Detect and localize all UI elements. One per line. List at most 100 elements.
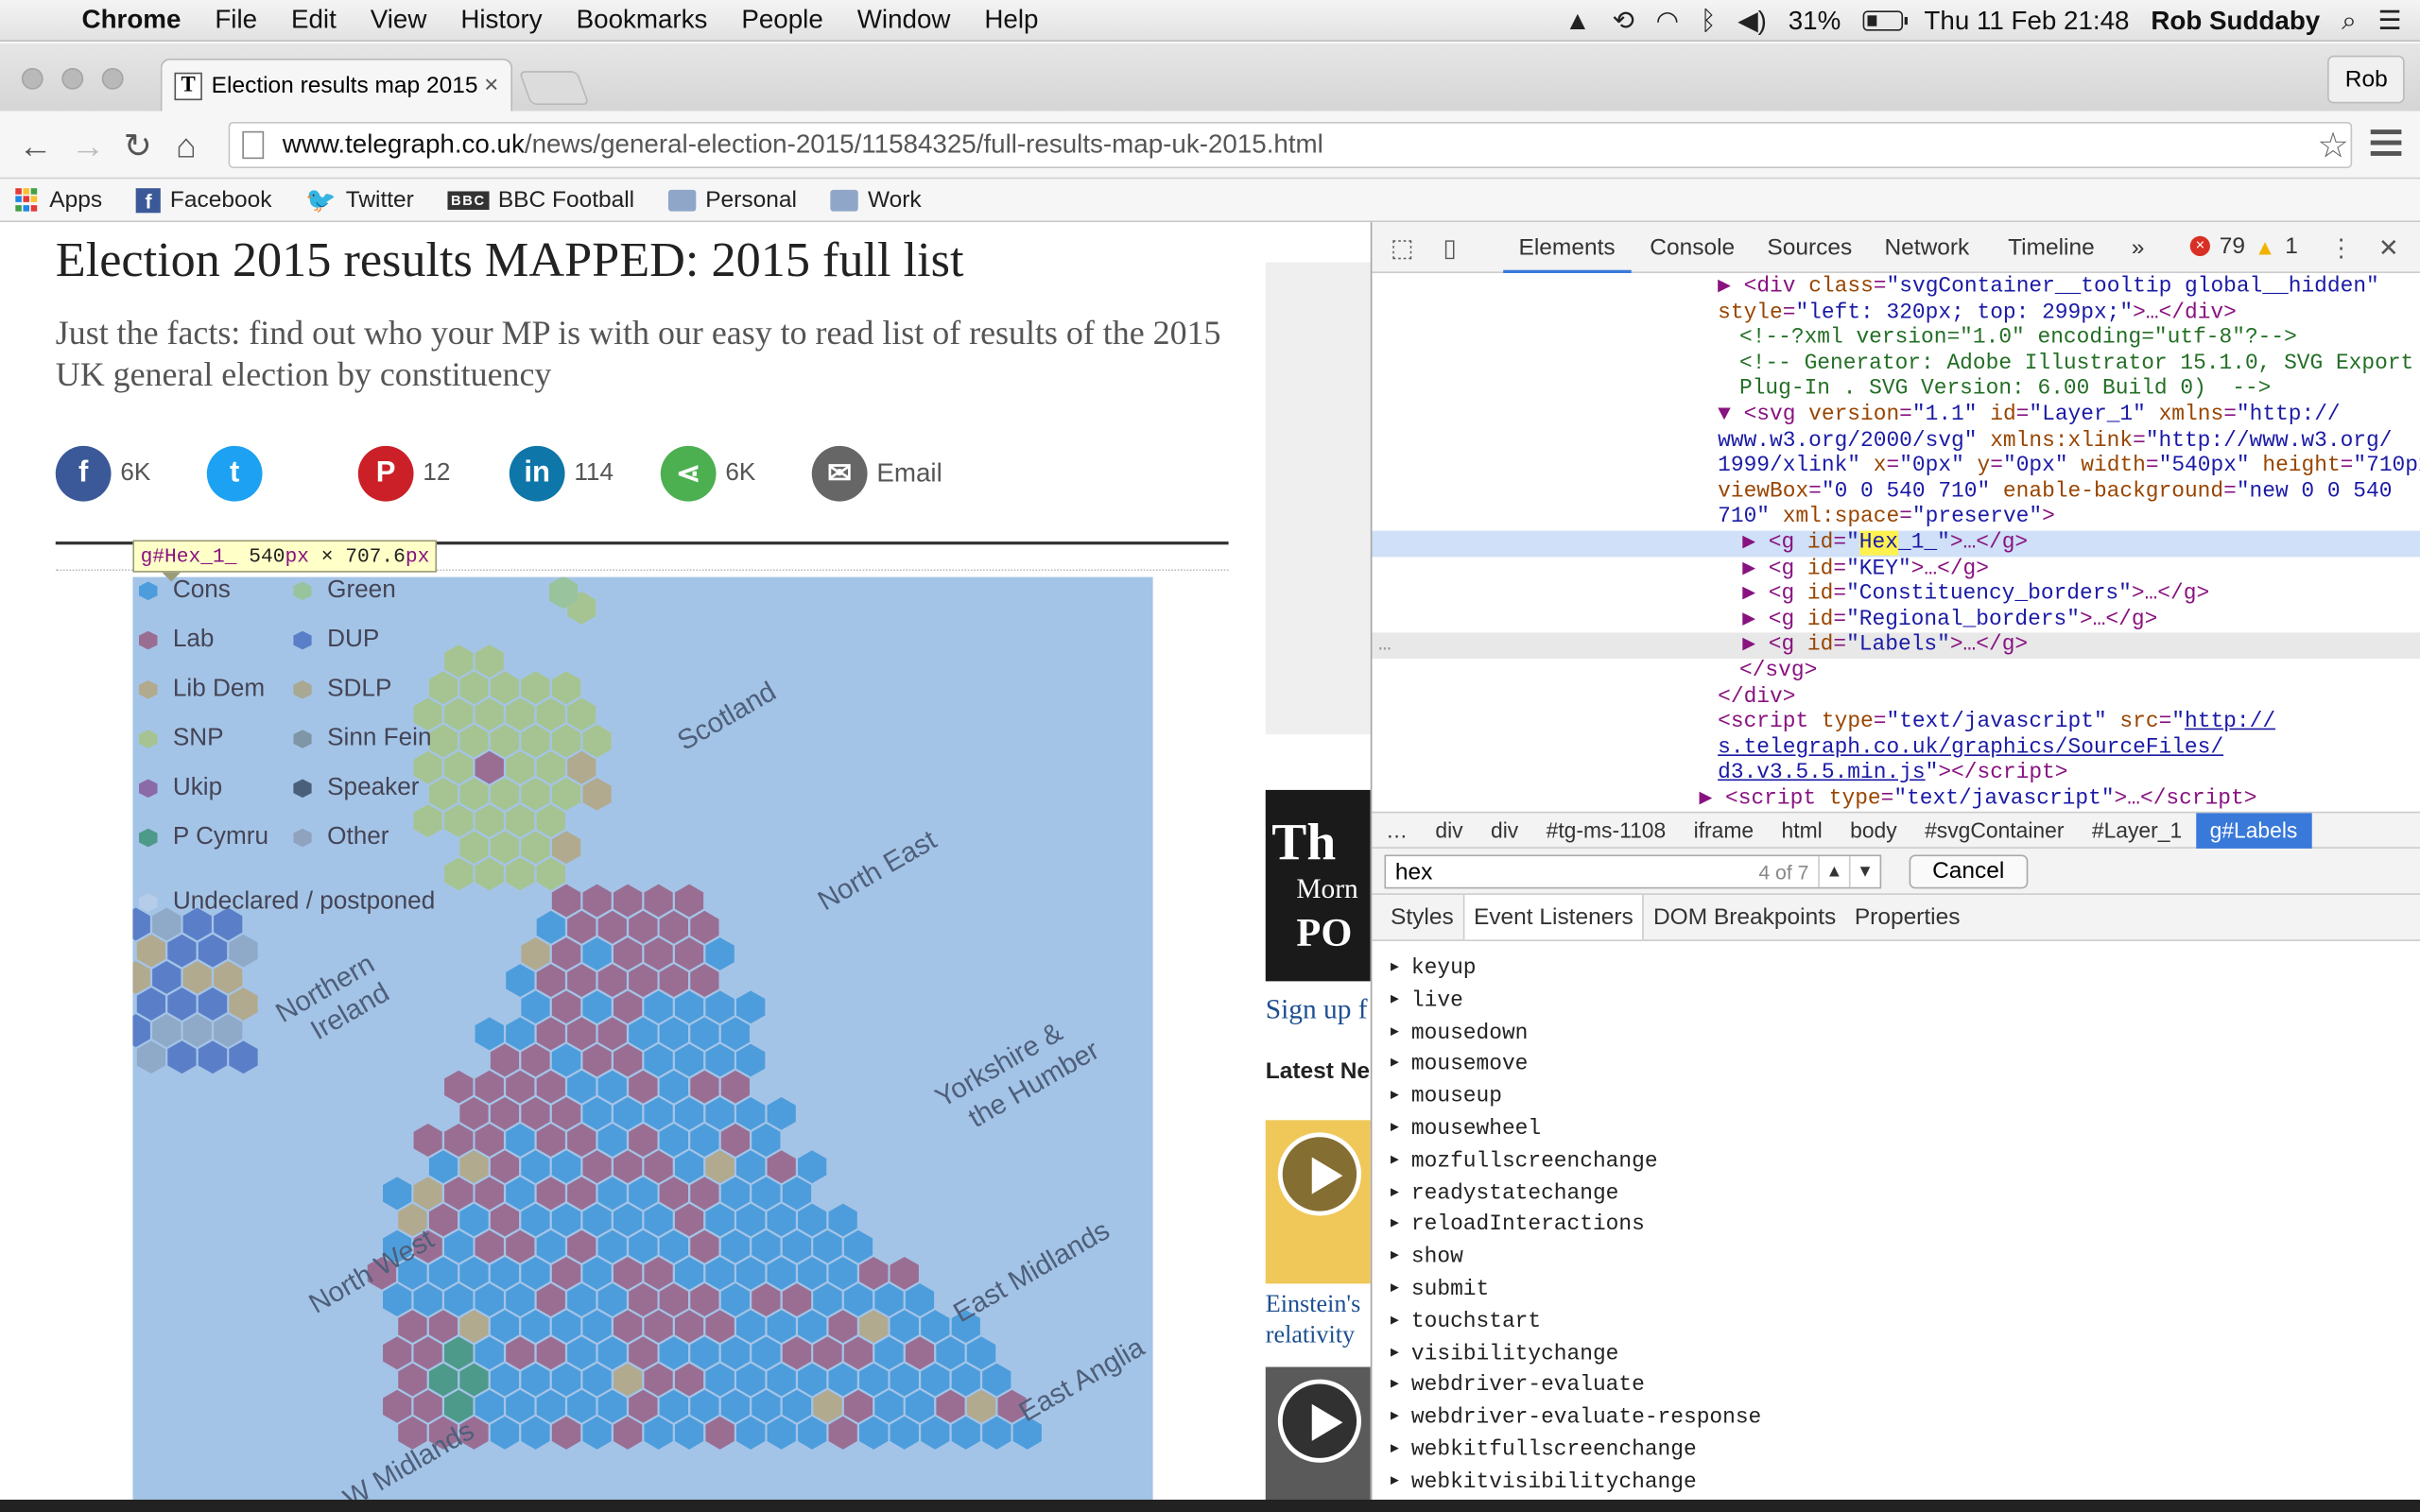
newsletter-thumbnail[interactable]: Th Morn PO (1265, 789, 1371, 982)
constituency-hex[interactable] (629, 964, 658, 998)
constituency-hex[interactable] (874, 1389, 904, 1423)
address-bar[interactable]: www.telegraph.co.uk /news/general-electi… (228, 121, 2353, 168)
constituency-hex[interactable] (690, 1124, 719, 1157)
constituency-hex[interactable] (152, 960, 182, 994)
constituency-hex[interactable] (674, 1043, 704, 1077)
constituency-hex[interactable] (690, 1336, 719, 1370)
event-listener-item[interactable]: live (1391, 988, 1463, 1013)
constituency-hex[interactable] (506, 1389, 535, 1423)
close-devtools-icon[interactable]: ✕ (2378, 233, 2399, 265)
constituency-hex[interactable] (506, 1283, 535, 1316)
constituency-hex[interactable] (767, 1310, 796, 1344)
constituency-hex[interactable] (982, 1363, 1011, 1397)
constituency-hex[interactable] (551, 1256, 581, 1290)
constituency-hex[interactable] (735, 990, 766, 1024)
constituency-hex[interactable] (551, 936, 581, 971)
constituency-hex[interactable] (536, 1336, 565, 1370)
menu-window[interactable]: Window (840, 5, 968, 36)
constituency-hex[interactable] (428, 671, 458, 705)
user-name[interactable]: Rob Suddaby (2151, 6, 2320, 37)
constituency-hex[interactable] (536, 1177, 565, 1211)
constituency-hex[interactable] (782, 1389, 812, 1423)
event-listener-item[interactable]: readystatechange (1391, 1181, 1618, 1206)
chrome-menu-icon[interactable] (2370, 129, 2402, 162)
constituency-hex[interactable] (490, 1203, 520, 1237)
constituency-hex[interactable] (198, 934, 228, 968)
constituency-hex[interactable] (536, 1389, 565, 1423)
wifi-icon[interactable]: ◠ (1656, 6, 1679, 37)
back-arrow-icon[interactable]: ← (19, 127, 53, 166)
constituency-hex[interactable] (490, 1310, 520, 1344)
constituency-hex[interactable] (582, 1256, 612, 1290)
event-listener-item[interactable]: submit (1391, 1278, 1489, 1302)
constituency-hex[interactable] (167, 934, 197, 968)
constituency-hex[interactable] (629, 1283, 658, 1316)
menu-help[interactable]: Help (967, 5, 1055, 36)
battery-icon[interactable] (1862, 10, 1908, 31)
constituency-hex[interactable] (567, 1336, 596, 1370)
constituency-hex[interactable] (383, 1177, 412, 1211)
constituency-hex[interactable] (705, 1150, 735, 1184)
constituency-hex[interactable] (674, 1256, 704, 1290)
menu-bookmarks[interactable]: Bookmarks (560, 5, 725, 36)
dom-close-div[interactable]: </div> (1372, 684, 2420, 710)
reload-icon[interactable]: ↻ (124, 127, 152, 166)
dom-node-g-key[interactable]: ▶ <g id="KEY">…</g> (1372, 557, 2420, 582)
constituency-hex[interactable] (951, 1416, 980, 1450)
constituency-hex[interactable] (720, 1336, 750, 1370)
constituency-hex[interactable] (536, 804, 565, 838)
constituency-hex[interactable] (735, 1363, 766, 1397)
constituency-hex[interactable] (705, 1363, 735, 1397)
constituency-hex[interactable] (490, 778, 520, 811)
breadcrumb-item[interactable]: div (1477, 817, 1532, 842)
constituency-hex[interactable] (506, 1336, 535, 1370)
constituency-hex[interactable] (582, 1043, 612, 1077)
constituency-hex[interactable] (613, 1096, 643, 1130)
constituency-hex[interactable] (629, 1124, 658, 1157)
constituency-hex[interactable] (674, 1363, 704, 1397)
constituency-hex[interactable] (828, 1363, 857, 1397)
constituency-hex[interactable] (475, 1070, 504, 1104)
constituency-hex[interactable] (629, 1017, 658, 1051)
constituency-hex[interactable] (843, 1389, 873, 1423)
bookmark-folder-personal[interactable]: Personal (668, 187, 797, 213)
constituency-hex[interactable] (521, 1310, 550, 1344)
constituency-hex[interactable] (459, 1150, 489, 1184)
constituency-hex[interactable] (767, 1096, 796, 1130)
constituency-hex[interactable] (428, 1256, 458, 1290)
constituency-hex[interactable] (506, 1177, 535, 1211)
constituency-hex[interactable] (720, 1177, 750, 1211)
constituency-hex[interactable] (674, 1096, 704, 1130)
constituency-hex[interactable] (551, 1363, 581, 1397)
constituency-hex[interactable] (597, 964, 627, 998)
constituency-hex[interactable] (752, 1389, 781, 1423)
constituency-hex[interactable] (690, 1389, 719, 1423)
constituency-hex[interactable] (798, 1203, 827, 1237)
constituency-hex[interactable] (521, 1363, 550, 1397)
constituency-hex[interactable] (567, 964, 596, 998)
event-listener-item[interactable]: show (1391, 1246, 1463, 1270)
constituency-hex[interactable] (613, 1256, 643, 1290)
constituency-hex[interactable] (214, 1014, 243, 1048)
breadcrumb-item[interactable]: #Layer_1 (2078, 817, 2196, 842)
constituency-hex[interactable] (444, 644, 474, 679)
constituency-hex[interactable] (167, 988, 197, 1021)
bookmark-apps[interactable]: Apps (15, 187, 102, 213)
constituency-hex[interactable] (582, 1150, 612, 1184)
constituency-hex[interactable] (521, 990, 550, 1024)
constituency-hex[interactable] (874, 1336, 904, 1370)
constituency-hex[interactable] (551, 884, 581, 918)
breadcrumb-item[interactable]: #tg-ms-1108 (1532, 817, 1680, 842)
constituency-hex[interactable] (690, 1017, 719, 1051)
tab-timeline[interactable]: Timeline (2008, 234, 2095, 261)
constituency-hex[interactable] (383, 1389, 412, 1423)
constituency-hex[interactable] (428, 724, 458, 758)
constituency-hex[interactable] (582, 884, 612, 918)
constituency-hex[interactable] (413, 1177, 442, 1211)
constituency-hex[interactable] (459, 1256, 489, 1290)
constituency-hex[interactable] (705, 1096, 735, 1130)
constituency-hex[interactable] (859, 1416, 889, 1450)
constituency-hex[interactable] (874, 1283, 904, 1316)
constituency-hex[interactable] (828, 1203, 857, 1237)
constituency-hex[interactable] (132, 1014, 150, 1048)
